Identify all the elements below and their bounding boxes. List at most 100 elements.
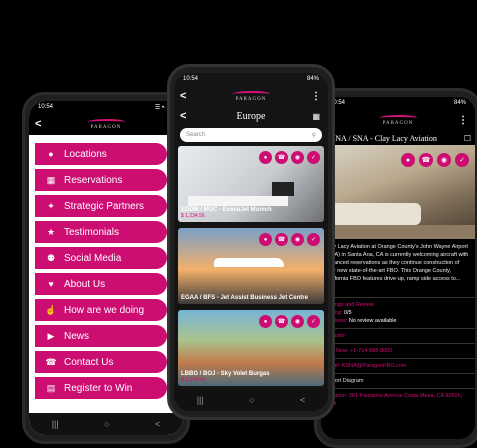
fbo-card[interactable]: ● ☎ ◉ ✓ LBBG / BOJ - Sky Volet Burgas $ … [178, 310, 324, 386]
more-options-icon[interactable]: ⋮ [458, 115, 468, 126]
check-icon[interactable]: ✓ [307, 315, 320, 328]
bookmark-icon[interactable]: ☐ [464, 134, 471, 143]
card-image-jet [214, 258, 284, 267]
rating-value: 0/5 [343, 310, 352, 316]
menu-item-testimonials[interactable]: ★ Testimonials [35, 221, 167, 243]
card-name: EGAA / BFS - Jet Assist Business Jet Cen… [181, 295, 308, 301]
paragon-logo: PARAGON [377, 114, 419, 126]
top-bar: < PARAGON [29, 113, 183, 135]
fuel-icon[interactable]: ● [259, 315, 272, 328]
home-icon[interactable]: ○ [249, 395, 254, 405]
menu-item-label: How are we doing [64, 304, 145, 316]
card-caption: EGAA / BFS - Jet Assist Business Jet Cen… [181, 295, 321, 301]
region-bar: < Europe ▦ [174, 107, 328, 125]
map-pin-icon[interactable]: ◉ [291, 315, 304, 328]
map-pin-icon[interactable]: ◉ [437, 153, 451, 167]
menu-item-strategic-partners[interactable]: ✦ Strategic Partners [35, 195, 167, 217]
map-pin-icon[interactable]: ◉ [291, 233, 304, 246]
check-icon[interactable]: ✓ [307, 151, 320, 164]
more-options-icon[interactable]: ⋮ [311, 91, 321, 102]
recents-icon[interactable]: ||| [52, 419, 59, 429]
fbo-card[interactable]: ● ☎ ◉ ✓ EGAA / BFS - Jet Assist Business… [178, 228, 324, 304]
right-screen: 10:54 84% PARAGON ⋮ KSNA / SNA - Clay La… [321, 97, 475, 439]
main-menu: ● Locations ▦ Reservations ✦ Strategic P… [29, 135, 183, 399]
fbo-title: KSNA / SNA - Clay Lacy Aviation [325, 133, 437, 143]
menu-item-label: Contact Us [64, 356, 114, 368]
region-back-icon[interactable]: < [180, 110, 186, 122]
middle-phone: 10:54 84% < PARAGON ⋮ < Europe ▦ Search … [167, 64, 335, 420]
back-arrow-icon[interactable]: < [35, 118, 41, 130]
status-bar: 10:54 ☰ •∙ 84 [29, 101, 183, 113]
recents-icon[interactable]: ||| [197, 395, 204, 405]
status-time: 10:54 [38, 104, 54, 110]
system-nav-bar: ||| ○ < [29, 413, 183, 435]
menu-item-social-media[interactable]: ⚉ Social Media [35, 247, 167, 269]
map-icon[interactable]: ▦ [312, 112, 320, 121]
calendar-icon: ▦ [46, 174, 56, 185]
menu-item-label: Strategic Partners [64, 200, 145, 212]
check-icon[interactable]: ✓ [455, 153, 469, 167]
menu-item-register-to-win[interactable]: ▤ Register to Win [35, 377, 167, 399]
card-caption: EDDM / MUC - ExecuJet Munich $ 1,234.56 [181, 207, 321, 219]
card-price: $ 1,234.56 [181, 377, 205, 383]
menu-item-how-are-we-doing[interactable]: ☝ How are we doing [35, 299, 167, 321]
top-bar: PARAGON ⋮ [321, 109, 475, 131]
thumbs-up-icon: ☝ [45, 304, 57, 315]
back-arrow-icon[interactable]: < [180, 90, 186, 102]
fbo-card[interactable]: ● ☎ ◉ ✓ EDDM / MUC - ExecuJet Munich $ 1… [178, 146, 324, 222]
call-now-link[interactable]: Call Now: +1-714-888-8000 [321, 343, 475, 358]
fuel-icon[interactable]: ● [259, 151, 272, 164]
lounge-floor [321, 225, 475, 239]
right-phone: 10:54 84% PARAGON ⋮ KSNA / SNA - Clay La… [314, 88, 477, 448]
location-address[interactable]: Location: 361 Paularino Avenue Costa Mes… [321, 388, 475, 411]
menu-item-locations[interactable]: ● Locations [35, 143, 167, 165]
fuel-icon[interactable]: ● [259, 233, 272, 246]
status-icons: 84% [306, 76, 319, 82]
status-icons: 84% [453, 100, 466, 106]
call-icon[interactable]: ☎ [419, 153, 433, 167]
card-actions: ● ☎ ◉ ✓ [259, 315, 320, 328]
menu-item-label: Locations [64, 148, 107, 160]
ratings-section: Ratings and Review Rating: 0/5 Reviews: … [321, 297, 475, 328]
logo-swoosh [377, 114, 419, 121]
menu-item-label: About Us [64, 278, 106, 290]
status-time: 10:54 [183, 76, 199, 82]
email-link[interactable]: Email: KSNA@ParagonFBO.com [321, 358, 475, 373]
card-actions: ● ☎ ◉ ✓ [259, 233, 320, 246]
menu-item-about-us[interactable]: ♥ About Us [35, 273, 167, 295]
menu-item-label: Reservations [64, 174, 123, 186]
paragon-logo: PARAGON [85, 118, 127, 130]
call-icon[interactable]: ☎ [275, 233, 288, 246]
back-icon[interactable]: < [155, 419, 160, 429]
website-link[interactable]: Website [321, 328, 475, 343]
location-pin-icon: ● [48, 149, 54, 159]
menu-item-label: Register to Win [64, 382, 133, 394]
menu-item-reservations[interactable]: ▦ Reservations [35, 169, 167, 191]
left-screen: 10:54 ☰ •∙ 84 < PARAGON ● Locations ▦ Re… [29, 101, 183, 435]
logo-swoosh [230, 90, 272, 97]
map-pin-icon[interactable]: ◉ [291, 151, 304, 164]
back-icon[interactable]: < [300, 395, 305, 405]
menu-item-contact-us[interactable]: ☎ Contact Us [35, 351, 167, 373]
menu-item-label: Testimonials [64, 226, 120, 238]
fbo-description: Clay Lacy Aviation at Orange County's Jo… [325, 244, 469, 282]
paragon-logo: PARAGON [230, 90, 272, 102]
handshake-icon: ✦ [47, 200, 55, 211]
logo-text: PARAGON [235, 96, 267, 102]
menu-item-label: News [64, 330, 90, 342]
search-input[interactable]: Search ⚲ [180, 128, 322, 142]
menu-item-news[interactable]: ▶ News [35, 325, 167, 347]
fuel-icon[interactable]: ● [401, 153, 415, 167]
check-icon[interactable]: ✓ [307, 233, 320, 246]
card-actions: ● ☎ ◉ ✓ [259, 151, 320, 164]
ratings-heading: Ratings and Review [325, 302, 374, 308]
phone-icon: ☎ [45, 356, 57, 367]
star-icon: ★ [46, 226, 56, 237]
call-icon[interactable]: ☎ [275, 315, 288, 328]
card-image-monitor [272, 182, 294, 196]
card-image-desk [188, 196, 288, 206]
home-icon[interactable]: ○ [104, 419, 109, 429]
left-header: 10:54 ☰ •∙ 84 < PARAGON [29, 101, 183, 135]
airport-diagram-link[interactable]: Airport Diagram [321, 373, 475, 388]
call-icon[interactable]: ☎ [275, 151, 288, 164]
